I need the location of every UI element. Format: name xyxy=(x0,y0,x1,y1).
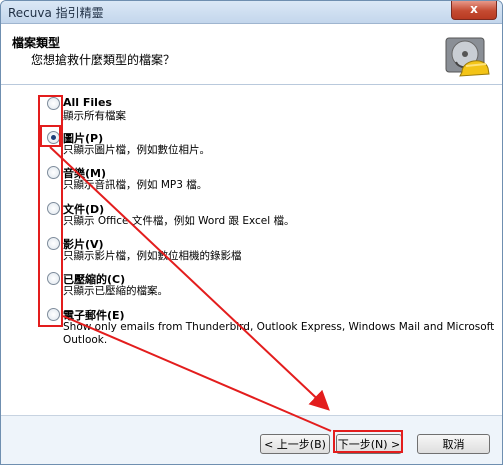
cancel-button[interactable]: 取消 xyxy=(417,434,490,454)
wizard-window: Recuva 指引精靈 x 檔案類型 您想搶救什麼類型的檔案？ All File… xyxy=(0,0,503,465)
options-panel: All Files 顯示所有檔案 圖片(P) 只顯示圖片檔，例如數位相片。 音樂… xyxy=(1,85,502,415)
button-bar: < 上一步(B) 下一步(N) > 取消 xyxy=(1,415,502,464)
wizard-header: 檔案類型 您想搶救什麼類型的檔案？ xyxy=(1,24,502,85)
option-description: 只顯示音訊檔，例如 MP3 檔。 xyxy=(63,179,208,191)
option-description: 只顯示 Office 文件檔，例如 Word 跟 Excel 檔。 xyxy=(63,215,295,227)
back-button[interactable]: < 上一步(B) xyxy=(260,434,330,454)
option-description-continued: Outlook. xyxy=(63,334,108,346)
annotation-next-button-box xyxy=(333,430,403,453)
close-button[interactable]: x xyxy=(451,1,497,20)
title-bar: Recuva 指引精靈 x xyxy=(1,1,502,24)
option-description: 顯示所有檔案 xyxy=(63,110,126,122)
option-description: 只顯示影片檔，例如數位相機的錄影檔 xyxy=(63,250,242,262)
page-subtitle: 您想搶救什麼類型的檔案？ xyxy=(31,53,176,67)
option-label: All Files xyxy=(63,96,112,109)
option-description: 只顯示已壓縮的檔案。 xyxy=(63,285,168,297)
annotation-selected-radio-box xyxy=(40,125,61,147)
window-title: Recuva 指引精靈 xyxy=(8,6,104,20)
option-description: 只顯示圖片檔，例如數位相片。 xyxy=(63,144,210,156)
option-description: Show only emails from Thunderbird, Outlo… xyxy=(63,321,495,333)
page-title: 檔案類型 xyxy=(12,36,61,50)
hard-drive-helmet-icon xyxy=(445,37,490,77)
